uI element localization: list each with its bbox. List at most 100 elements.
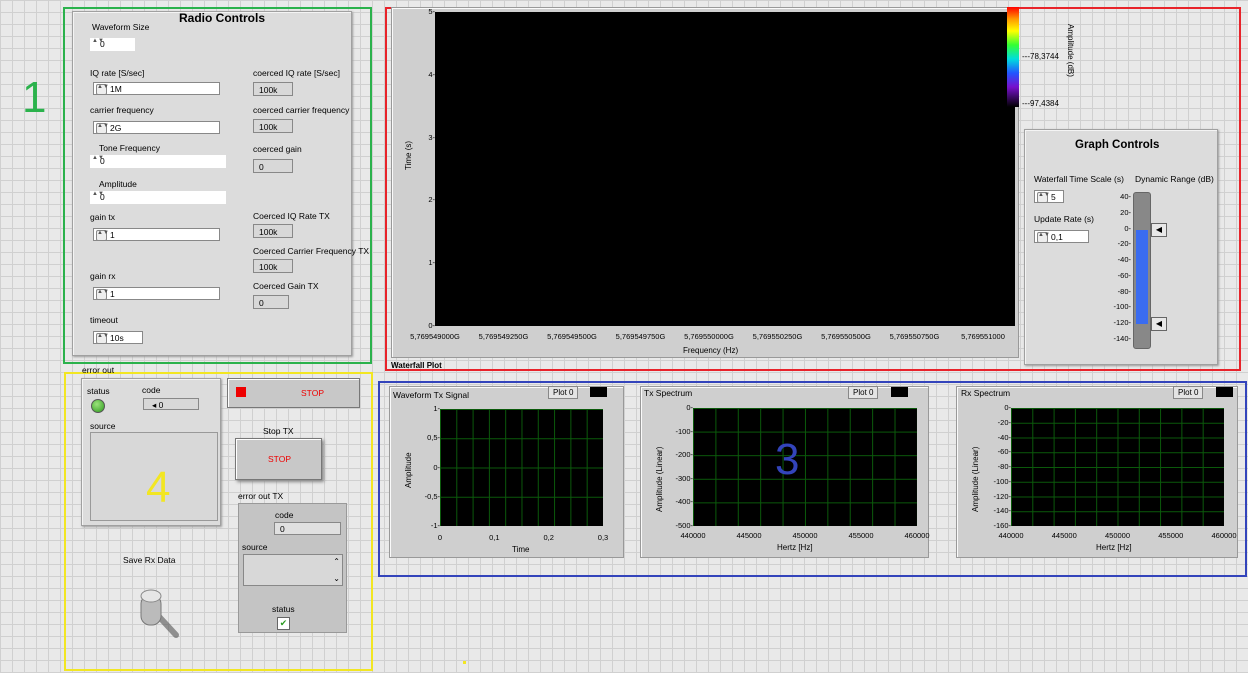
tx-spectrum-legend[interactable]: Plot 0: [848, 386, 879, 399]
coerced-gain-label: coerced gain: [253, 144, 302, 154]
dynamic-range-tick: -100-: [1113, 302, 1131, 312]
waterfall-xtick: 5,769549250G: [478, 332, 529, 341]
tx-status-check-icon: ✔: [277, 617, 290, 630]
spinner-icon[interactable]: ▲▼: [92, 155, 104, 165]
waterfall-xtick: 5,769549000G: [410, 332, 460, 341]
rx-spectrum-xtick: 460000: [1211, 531, 1237, 540]
dynamic-range-tick: -20-: [1117, 239, 1131, 249]
region-number-1: 1: [22, 73, 47, 122]
gain-tx-input[interactable]: ▲▼ 1: [93, 228, 220, 241]
rx-spectrum-ytick: -100-: [993, 476, 1011, 486]
coerced-gain-indicator: 0: [253, 159, 293, 173]
waterfall-ytick: 4-: [428, 69, 435, 79]
amplitude-label: Amplitude: [99, 179, 137, 189]
waveform-tx-legend[interactable]: Plot 0: [548, 386, 579, 399]
status-led: [91, 399, 105, 413]
carrier-frequency-input[interactable]: ▲▼ 2G: [93, 121, 220, 134]
spinner-icon[interactable]: ▲▼: [96, 333, 109, 344]
time-scale-input[interactable]: ▲▼ 5: [1034, 190, 1064, 203]
scroll-down-icon[interactable]: ⌄: [333, 574, 340, 583]
dynamic-range-tick: -140-: [1113, 334, 1131, 343]
graph-controls-panel: Graph Controls Waterfall Time Scale (s) …: [1024, 129, 1218, 365]
tx-status-label: status: [272, 604, 295, 614]
coerced-gain-tx-label: Coerced Gain TX: [253, 281, 319, 291]
stop-tx-button-label: STOP: [268, 454, 291, 464]
waterfall-ytick: 2-: [428, 195, 435, 205]
tx-source-label: source: [242, 542, 268, 552]
waveform-size-input[interactable]: ▲▼ 0: [90, 38, 135, 51]
rx-spectrum-plot-area[interactable]: [1011, 408, 1224, 526]
coerced-carrier-frequency-tx-indicator: 100k: [253, 259, 293, 273]
waterfall-plot-area[interactable]: [435, 12, 1015, 326]
amplitude-input[interactable]: ▲▼ 0: [90, 191, 226, 204]
spinner-icon[interactable]: ▲▼: [92, 38, 104, 48]
colorbar-low-label: ---97,4384: [1022, 99, 1059, 108]
rx-spectrum-xtick: 450000: [1104, 531, 1131, 540]
colorbar-low-value: -97,4384: [1027, 99, 1059, 108]
update-rate-input[interactable]: ▲▼ 0,1: [1034, 230, 1089, 243]
rx-spectrum-ytick: 0-: [1004, 403, 1011, 412]
spinner-icon[interactable]: ▲▼: [1037, 232, 1050, 243]
spinner-icon[interactable]: ▲▼: [96, 230, 109, 241]
spinner-icon[interactable]: ▲▼: [1037, 192, 1050, 203]
waterfall-xtick: 5,769550000G: [684, 332, 734, 341]
waterfall-ylabel: Time (s): [404, 140, 413, 170]
rx-spectrum-ytick: -140-: [993, 506, 1011, 516]
range-high-slider-handle[interactable]: ◀: [1151, 222, 1167, 237]
scroll-up-icon[interactable]: ⌃: [333, 557, 340, 566]
coerced-carrier-frequency-label: coerced carrier frequency: [253, 105, 350, 115]
dynamic-range-track[interactable]: [1133, 192, 1151, 349]
radio-controls-title: Radio Controls: [179, 11, 265, 25]
gain-rx-input[interactable]: ▲▼ 1: [93, 287, 220, 300]
tx-spectrum-ytick: 0-: [686, 403, 693, 412]
stop-tx-button[interactable]: STOP: [235, 438, 322, 480]
iq-rate-input[interactable]: ▲▼ 1M: [93, 82, 220, 95]
spinner-icon[interactable]: ▲▼: [92, 191, 104, 201]
waterfall-xtick: 5,769550500G: [821, 332, 871, 341]
waterfall-ytick: 5-: [428, 7, 435, 16]
save-rx-data-label: Save Rx Data: [123, 555, 176, 565]
tx-spectrum-xtick: 450000: [792, 531, 818, 540]
waveform-tx-plot-area[interactable]: [440, 409, 603, 526]
waveform-tx-ylabel: Amplitude: [404, 452, 413, 488]
waveform-tx-ytick: -1-: [430, 521, 440, 530]
tx-spectrum-legend-icon: [891, 387, 908, 397]
tx-spectrum-xtick: 440000: [680, 531, 706, 540]
tone-frequency-input[interactable]: ▲▼ 0: [90, 155, 226, 168]
error-out-tx-cluster: code 0 source ⌃ ⌄ status ✔: [238, 503, 347, 633]
stop-indicator-icon: [236, 387, 246, 397]
error-out-label: error out: [82, 365, 115, 375]
stop-button[interactable]: STOP: [227, 378, 360, 408]
rx-spectrum-legend[interactable]: Plot 0: [1173, 386, 1204, 399]
colorbar-mid-label: ---78,3744: [1022, 52, 1059, 61]
range-low-slider-handle[interactable]: ◀: [1151, 317, 1167, 332]
coerced-iq-rate-tx-indicator: 100k: [253, 224, 293, 238]
gain-rx-label: gain rx: [90, 271, 116, 281]
waterfall-xtick: 5,769551000: [961, 332, 1005, 341]
tx-spectrum-plot-area[interactable]: [693, 408, 917, 526]
iq-rate-label: IQ rate [S/sec]: [90, 68, 145, 78]
spinner-icon[interactable]: ▲▼: [96, 84, 109, 95]
waterfall-xtick: 5,769549750G: [615, 332, 666, 341]
code-label: code: [142, 385, 161, 395]
waveform-tx-xtick: 0,3: [597, 533, 609, 542]
coerced-carrier-frequency-tx-label: Coerced Carrier Frequency TX: [253, 246, 370, 256]
waterfall-ytick: 1-: [428, 258, 435, 268]
graph-controls-title: Graph Controls: [1075, 139, 1160, 151]
spinner-icon[interactable]: ▲▼: [96, 289, 109, 300]
gain-tx-value: 1: [110, 230, 115, 240]
tx-spectrum-xtick: 455000: [848, 531, 874, 540]
spinner-icon[interactable]: ▲▼: [96, 123, 109, 134]
rx-spectrum-ytick: -160-: [993, 521, 1011, 530]
waveform-tx-legend-icon: [590, 387, 607, 397]
waterfall-xtick: 5,769550250G: [752, 332, 803, 341]
tone-frequency-label: Tone Frequency: [99, 143, 160, 153]
waveform-tx-ytick: 1-: [433, 404, 440, 413]
waveform-tx-xlabel: Time: [512, 545, 530, 554]
code-value: 0: [158, 400, 164, 410]
tx-spectrum-ytick: -100-: [675, 426, 693, 436]
waterfall-caption: Waterfall Plot: [391, 361, 442, 370]
small-yellow-dot: [463, 661, 466, 664]
save-rx-toggle-switch[interactable]: [138, 585, 180, 641]
timeout-input[interactable]: ▲▼ 10s: [93, 331, 143, 344]
